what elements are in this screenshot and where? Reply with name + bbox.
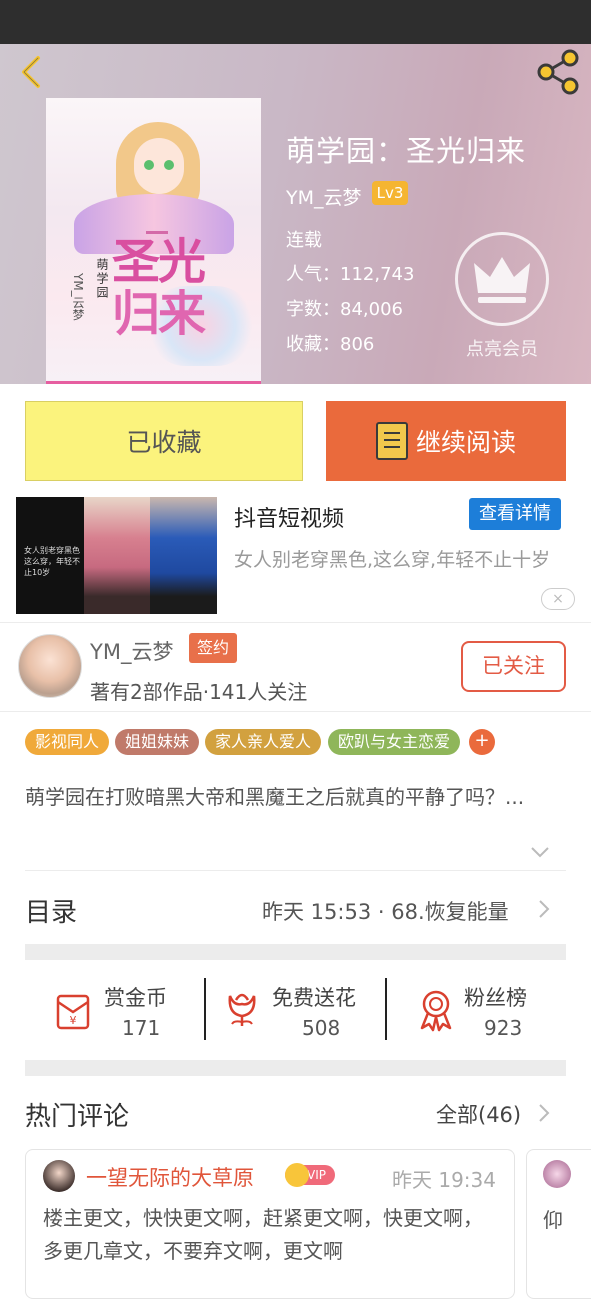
vip-badge: VIP [285,1163,335,1187]
status-bar [0,0,591,44]
book-favorites: 收藏：806 [286,334,375,355]
divider [0,711,591,712]
book-intro[interactable]: 萌学园在打败暗黑大帝和黑魔王之后就真的平静了吗？... [25,782,565,812]
signed-badge: 签约 [189,633,237,663]
chevron-down-icon[interactable] [530,845,550,859]
share-icon [537,49,579,95]
cover-series: 萌学园 [95,258,109,300]
tag-romance[interactable]: 欧趴与女主恋爱 [328,729,461,755]
divider [25,870,566,871]
ad-image[interactable]: 女人别老穿黑色 这么穿，年轻不止10岁 [16,497,217,614]
crown-icon [474,257,530,303]
vip-crown-button[interactable] [455,232,549,326]
hot-comments-heading: 热门评论 [25,1102,130,1132]
continue-reading-button[interactable]: 继续阅读 [326,401,566,481]
cover-title-line2: 归来 [112,286,206,342]
divider [385,978,387,1040]
send-flower-button[interactable]: 免费送花 508 [222,976,382,1042]
send-flower-label: 免费送花 [272,986,356,1010]
medal-icon [420,990,452,1032]
cover-author: YM_云梦 [71,273,85,321]
toc-label[interactable]: 目录 [25,892,77,929]
reward-coins-label: 赏金币 [104,986,167,1010]
book-header: 萌学园 YM_云梦 圣光 归来 萌学园：圣光归来 YM_云梦 Lv3 连载 人气… [0,44,591,384]
divider [0,622,591,623]
red-envelope-icon: ¥ [56,994,90,1030]
commenter-avatar[interactable] [543,1160,571,1188]
reward-coins-button[interactable]: ¥ 赏金币 171 [50,976,200,1042]
vip-label[interactable]: 点亮会员 [450,335,554,361]
chevron-right-icon[interactable] [538,1103,550,1123]
section-separator [25,944,566,960]
send-flower-count: 508 [302,1016,341,1040]
level-badge: Lv3 [372,181,408,205]
svg-text:¥: ¥ [70,1014,77,1027]
author-stats: 著有2部作品·141人关注 [90,680,308,704]
back-button[interactable] [14,52,50,92]
book-cover[interactable]: 萌学园 YM_云梦 圣光 归来 [46,98,261,384]
cover-title-line1: 圣光 [112,234,206,290]
comment-card[interactable]: 仰 [526,1149,591,1299]
comment-text: 仰 [543,1208,563,1232]
tag-family[interactable]: 家人亲人爱人 [205,729,322,755]
ad-image-caption: 女人别老穿黑色 这么穿，年轻不止10岁 [24,546,80,577]
author-name[interactable]: YM_云梦 [90,636,173,666]
section-separator [25,1060,566,1076]
book-title: 萌学园：圣光归来 [286,134,527,168]
toc-latest-chapter[interactable]: 昨天 15:53 · 68.恢复能量 [262,896,509,926]
book-status: 连载 [286,230,322,251]
ad-close-button[interactable]: × [541,588,575,610]
flower-icon [228,993,256,1026]
all-comments-link[interactable]: 全部(46) [436,1099,521,1129]
comment-card[interactable]: 一望无际的大草原 VIP 昨天 19:34 楼主更文，快快更文啊，赶紧更文啊，快… [25,1149,515,1299]
comment-time: 昨天 19:34 [392,1168,496,1192]
divider [204,978,206,1040]
favorited-button[interactable]: 已收藏 [25,401,303,481]
book-icon [375,422,408,460]
commenter-avatar[interactable] [43,1160,75,1192]
tag-more-button[interactable]: + [469,729,495,755]
reward-coins-count: 171 [122,1016,161,1040]
ad-detail-button[interactable]: 查看详情 [469,498,561,530]
book-popularity: 人气：112,743 [286,264,415,285]
tag-film-fanfic[interactable]: 影视同人 [25,729,110,755]
continue-reading-label: 继续阅读 [415,428,516,457]
comment-text: 楼主更文，快快更文啊，赶紧更文啊，快更文啊，多更几章文，不要弃文啊，更文啊 [43,1206,483,1263]
fan-ranking-count: 923 [484,1016,523,1040]
commenter-name[interactable]: 一望无际的大草原 [86,1162,254,1192]
fan-ranking-button[interactable]: 粉丝榜 923 [414,976,564,1042]
book-word-count: 字数：84,006 [286,299,403,320]
crown-icon [285,1163,309,1187]
follow-button[interactable]: 已关注 [461,641,566,692]
ad-title[interactable]: 抖音短视频 [234,501,344,533]
favorited-label: 已收藏 [126,428,202,457]
book-author[interactable]: YM_云梦 [286,183,362,210]
share-button[interactable] [534,48,582,96]
fan-ranking-label: 粉丝榜 [464,986,527,1010]
chevron-left-icon [22,56,40,88]
ad-description[interactable]: 女人别老穿黑色,这么穿,年轻不止十岁 [234,546,564,574]
chevron-right-icon[interactable] [538,899,550,919]
author-avatar[interactable] [18,634,82,698]
tag-sisters[interactable]: 姐姐妹妹 [115,729,200,755]
